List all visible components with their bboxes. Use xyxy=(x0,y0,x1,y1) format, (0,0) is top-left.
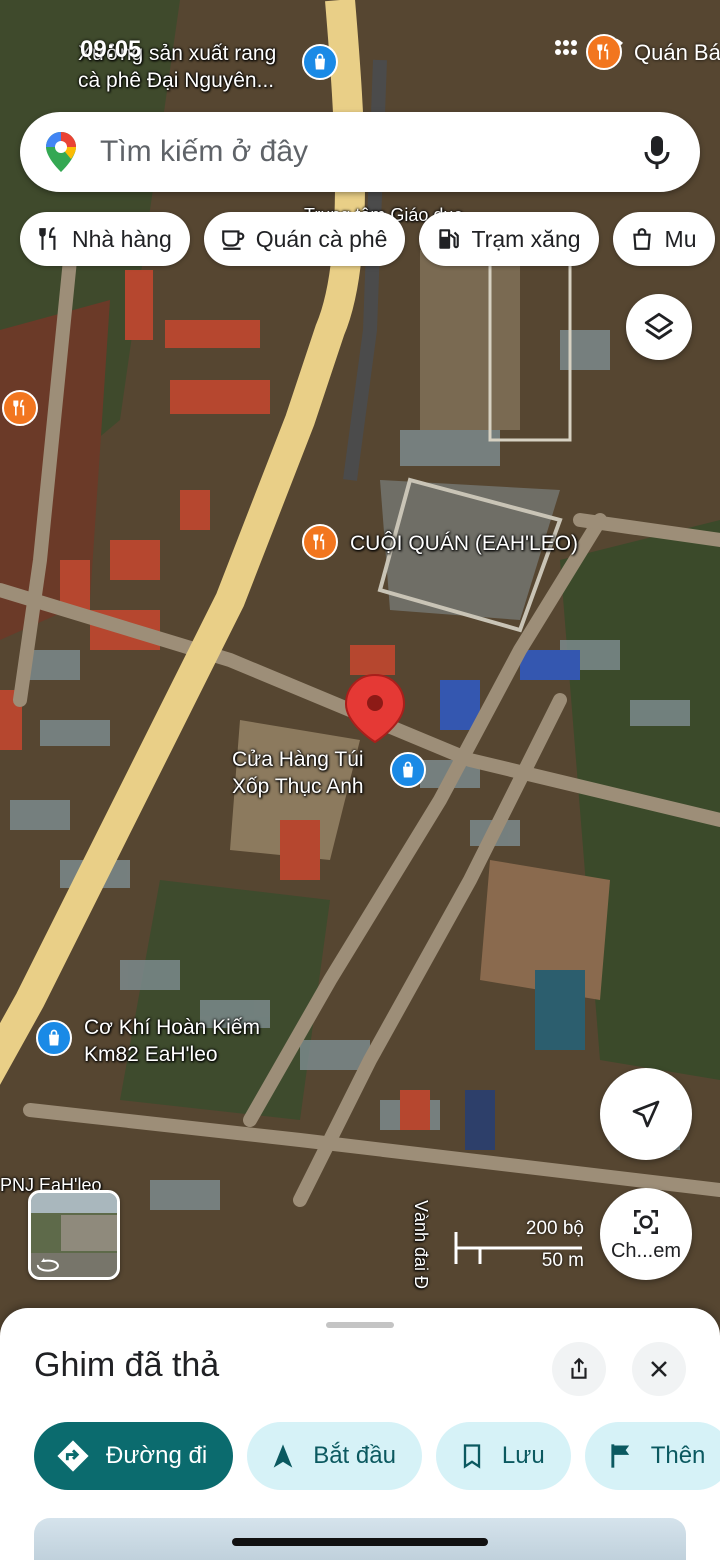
road-label: Vành đai Đ xyxy=(411,1200,431,1290)
close-icon xyxy=(651,1361,667,1377)
action-label: Đường đi xyxy=(106,1442,208,1469)
co-khi-label[interactable]: Cơ Khí Hoàn Kiếm Km82 EaH'leo xyxy=(84,1014,260,1068)
google-maps-pin-icon xyxy=(46,132,76,172)
map-scale: 200 bộ 50 m xyxy=(454,1218,584,1278)
shopping-bag-icon xyxy=(632,228,651,250)
share-icon xyxy=(571,1357,587,1379)
chip-label: Quán cà phê xyxy=(255,225,388,252)
cua-hang-poi-icon[interactable] xyxy=(390,752,426,788)
rotate-360-icon xyxy=(36,1258,59,1272)
fork-knife-icon xyxy=(39,227,56,250)
place-bottom-sheet[interactable]: Ghim đã thả Đường đi Bắt đầu Lưu Thên xyxy=(0,1308,720,1560)
more-button[interactable]: Thên xyxy=(584,1422,720,1490)
quan-ba-label[interactable]: Quán Bá xyxy=(634,40,720,66)
cua-hang-label[interactable]: Cửa Hàng Túi Xốp Thục Anh xyxy=(232,746,364,800)
chip-label: Trạm xăng xyxy=(471,225,581,252)
navigation-arrow-icon xyxy=(273,1444,293,1468)
action-label: Bắt đầu xyxy=(313,1442,396,1469)
scale-feet-label: 200 bộ xyxy=(525,1218,584,1239)
navigation-arrow-icon xyxy=(632,1100,660,1128)
microphone-icon[interactable] xyxy=(642,132,672,172)
directions-icon xyxy=(57,1440,89,1472)
chip-label: Nhà hàng xyxy=(72,225,172,252)
scale-meters-label: 50 m xyxy=(541,1250,584,1271)
chip-coffee[interactable]: Quán cà phê xyxy=(203,212,406,266)
action-buttons: Đường đi Bắt đầu Lưu Thên xyxy=(34,1422,720,1490)
chip-shopping[interactable]: Mu xyxy=(612,212,715,266)
restaurant-poi-icon[interactable] xyxy=(2,390,38,426)
my-location-button[interactable] xyxy=(600,1068,692,1160)
coffee-cup-icon xyxy=(221,230,245,250)
bookmark-icon xyxy=(463,1444,481,1469)
shopping-poi-icon[interactable] xyxy=(302,44,338,80)
chip-restaurants[interactable]: Nhà hàng xyxy=(20,212,190,266)
flag-icon xyxy=(611,1444,629,1468)
start-button[interactable]: Bắt đầu xyxy=(247,1422,422,1490)
home-indicator[interactable] xyxy=(232,1538,488,1546)
lens-button[interactable]: Ch...em xyxy=(600,1188,692,1280)
close-button[interactable] xyxy=(632,1342,686,1396)
action-label: Lưu xyxy=(501,1442,545,1469)
save-button[interactable]: Lưu xyxy=(435,1422,571,1490)
share-button[interactable] xyxy=(552,1342,606,1396)
category-chips: Nhà hàng Quán cà phê Trạm xăng Mu xyxy=(20,212,715,266)
co-khi-poi-icon[interactable] xyxy=(36,1020,72,1056)
lens-label: Ch...em xyxy=(610,1239,682,1262)
layers-button[interactable] xyxy=(626,294,692,360)
signal-icon xyxy=(555,40,577,55)
sheet-drag-handle[interactable] xyxy=(326,1322,394,1328)
chip-label: Mu xyxy=(664,225,697,252)
directions-button[interactable]: Đường đi xyxy=(34,1422,234,1490)
chip-gas[interactable]: Trạm xăng xyxy=(419,212,599,266)
street-view-thumbnail[interactable] xyxy=(28,1190,120,1280)
gas-pump-icon xyxy=(439,229,460,249)
layers-icon xyxy=(644,312,674,340)
search-placeholder[interactable]: Tìm kiếm ở đây xyxy=(100,135,642,169)
status-time: 09:05 xyxy=(80,36,142,63)
camera-lens-icon xyxy=(634,1209,658,1234)
cuoi-quan-label[interactable]: CUỘI QUÁN (EAH'LEO) xyxy=(350,530,578,557)
quan-ba-poi-icon[interactable] xyxy=(586,34,622,70)
sheet-title: Ghim đã thả xyxy=(34,1346,220,1384)
search-bar[interactable]: Tìm kiếm ở đây xyxy=(20,112,700,192)
action-label: Thên xyxy=(650,1442,706,1469)
cuoi-quan-poi-icon[interactable] xyxy=(302,524,338,560)
